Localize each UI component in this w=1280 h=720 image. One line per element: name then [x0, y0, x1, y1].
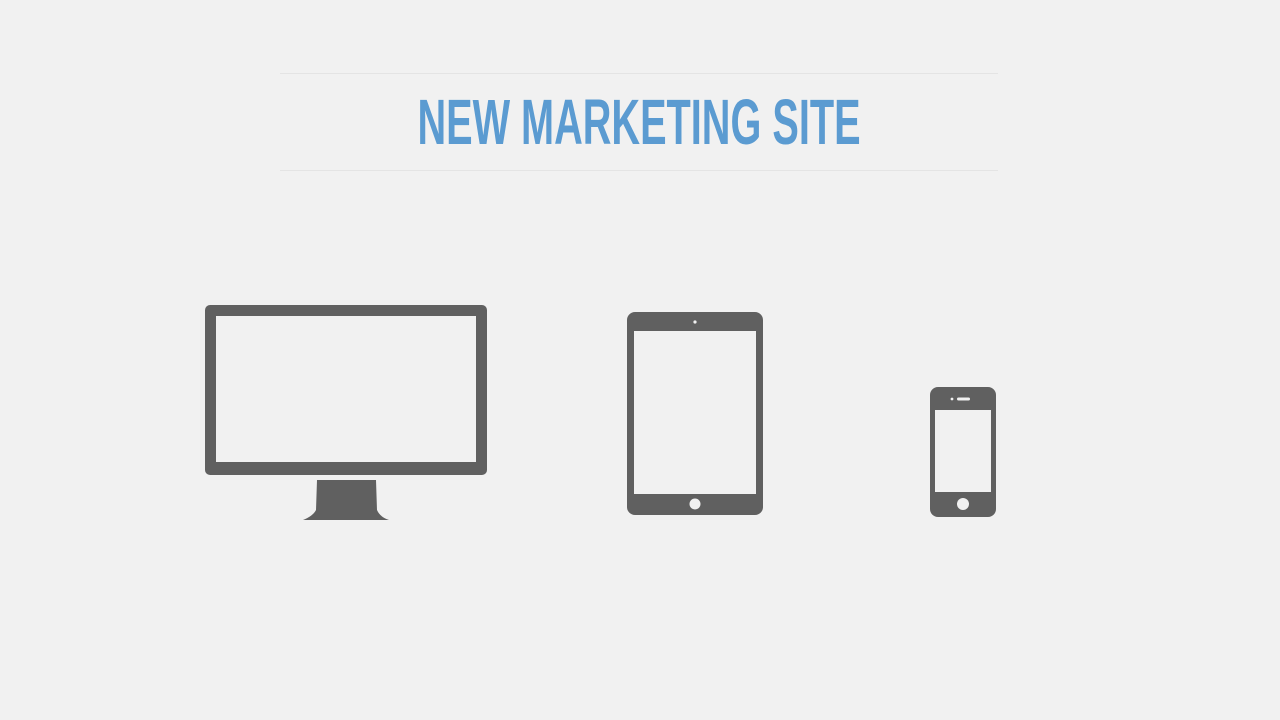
smartphone-icon — [929, 386, 997, 518]
page-title: NEW MARKETING SITE — [417, 86, 861, 158]
title-band: NEW MARKETING SITE — [280, 73, 998, 171]
desktop-monitor-icon — [204, 304, 488, 522]
tablet-icon — [626, 311, 764, 516]
